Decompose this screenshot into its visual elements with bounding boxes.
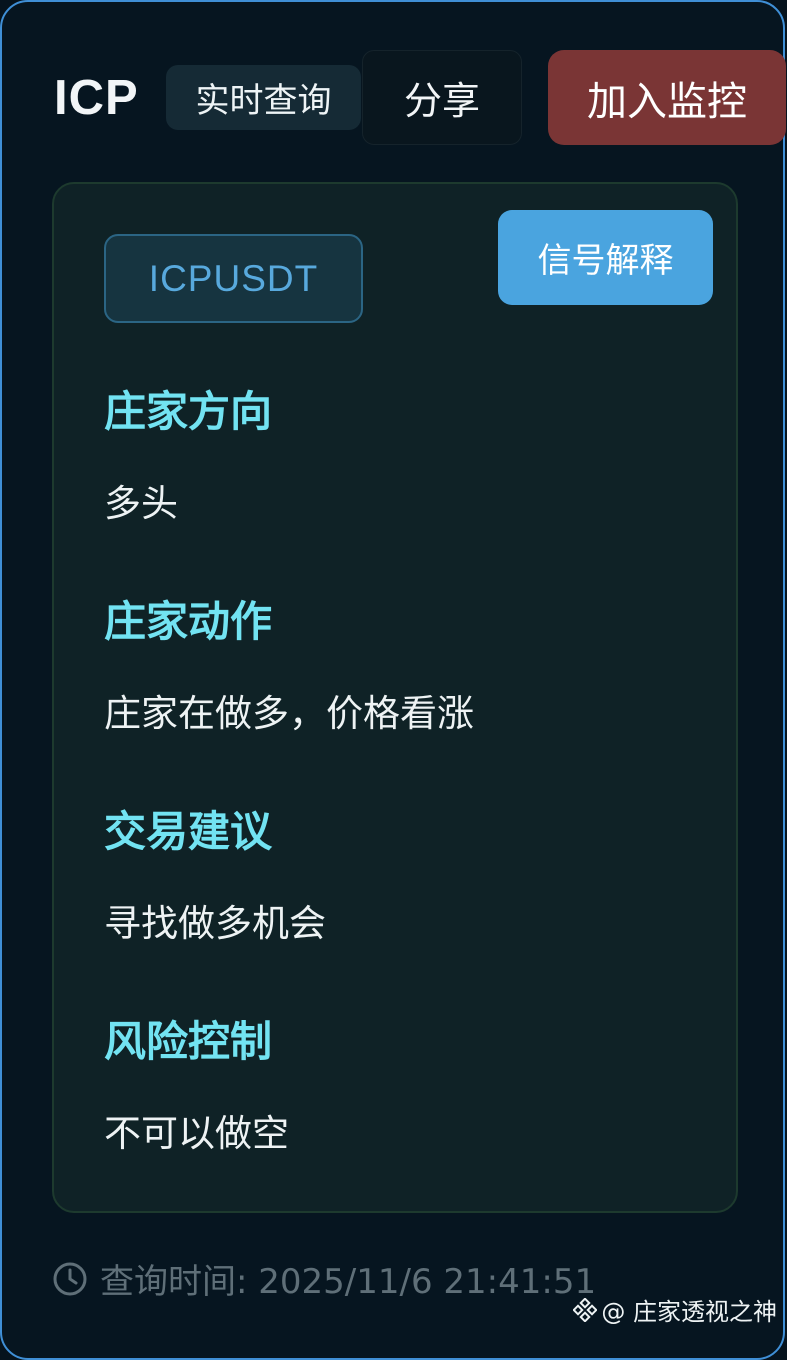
watermark: @ 庄家透视之神 <box>573 1292 777 1327</box>
section-value-advice: 寻找做多机会 <box>104 905 326 942</box>
section-title-advice: 交易建议 <box>104 811 272 853</box>
share-button[interactable]: 分享 <box>362 50 522 145</box>
binance-logo-icon <box>573 1298 597 1322</box>
symbol-title: ICP <box>54 70 139 126</box>
section-title-action: 庄家动作 <box>104 601 272 643</box>
clock-icon <box>52 1261 88 1297</box>
watermark-text: @ 庄家透视之神 <box>601 1292 777 1327</box>
query-time: 查询时间: 2025/11/6 21:41:51 <box>52 1254 596 1303</box>
section-value-risk: 不可以做空 <box>104 1115 289 1152</box>
signal-explain-button[interactable]: 信号解释 <box>498 210 713 305</box>
query-time-text: 查询时间: 2025/11/6 21:41:51 <box>100 1254 596 1303</box>
add-to-monitor-button[interactable]: 加入监控 <box>548 50 786 145</box>
header: ICP 实时查询 分享 加入监控 <box>54 50 783 146</box>
realtime-query-badge[interactable]: 实时查询 <box>166 65 361 130</box>
trading-pair-tag: ICPUSDT <box>104 234 363 323</box>
section-title-risk: 风险控制 <box>104 1021 272 1063</box>
signal-card: ICPUSDT 信号解释 庄家方向 多头 庄家动作 庄家在做多，价格看涨 交易建… <box>52 182 738 1213</box>
section-value-action: 庄家在做多，价格看涨 <box>104 695 474 732</box>
section-title-direction: 庄家方向 <box>104 391 272 433</box>
app-frame: ICP 实时查询 分享 加入监控 ICPUSDT 信号解释 庄家方向 多头 庄家… <box>0 0 785 1360</box>
section-value-direction: 多头 <box>104 485 178 522</box>
